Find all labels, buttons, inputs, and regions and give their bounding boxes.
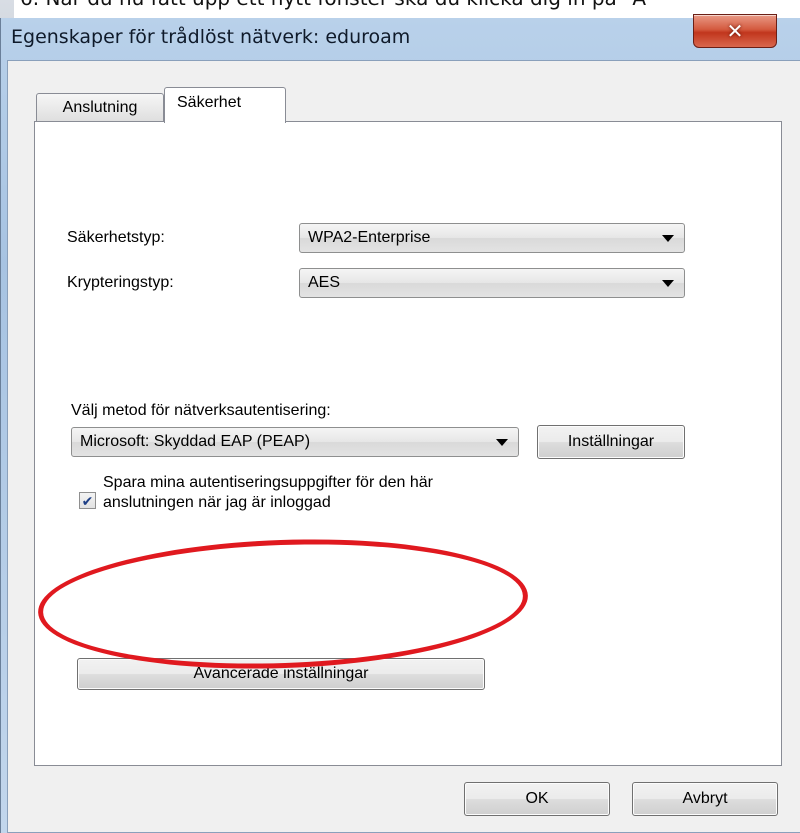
auth-method-dropdown[interactable]: Microsoft: Skyddad EAP (PEAP) <box>71 427 519 457</box>
auth-settings-button[interactable]: Inställningar <box>537 425 685 459</box>
security-type-label: Säkerhetstyp: <box>67 229 165 246</box>
chevron-down-icon <box>662 280 674 287</box>
encryption-type-value: AES <box>308 274 341 291</box>
remember-credentials-label-line1: Spara mina autentiseringsuppgifter för d… <box>103 474 433 491</box>
close-icon: ✕ <box>726 20 744 43</box>
tab-anslutning[interactable]: Anslutning <box>36 93 164 122</box>
ok-button[interactable]: OK <box>464 782 610 816</box>
auth-method-label: Välj metod för nätverksautentisering: <box>71 402 331 419</box>
close-button[interactable]: ✕ <box>693 14 777 48</box>
tab-sakerhet-label: Säkerhet <box>177 94 242 111</box>
chevron-down-icon <box>496 439 508 446</box>
remember-credentials-checkbox[interactable]: ✔ <box>79 492 96 509</box>
security-type-value: WPA2-Enterprise <box>308 229 431 246</box>
dialog-client-area: Anslutning Säkerhet Säkerhetstyp: WPA2-E… <box>7 60 800 833</box>
tab-anslutning-label: Anslutning <box>62 99 138 116</box>
properties-dialog: Egenskaper för trådlöst nätverk: eduroam… <box>0 14 800 833</box>
tab-sakerhet[interactable]: Säkerhet <box>164 87 286 123</box>
chevron-down-icon <box>662 235 674 242</box>
remember-credentials-label-line2: anslutningen när jag är inloggad <box>103 494 331 511</box>
checkmark-icon: ✔ <box>81 492 94 509</box>
title-bar[interactable]: Egenskaper för trådlöst nätverk: eduroam… <box>1 14 800 60</box>
cancel-button[interactable]: Avbryt <box>632 782 778 816</box>
auth-method-value: Microsoft: Skyddad EAP (PEAP) <box>80 433 311 450</box>
encryption-type-label: Krypteringstyp: <box>67 274 174 291</box>
security-type-dropdown[interactable]: WPA2-Enterprise <box>299 223 685 253</box>
advanced-settings-button[interactable]: Avancerade inställningar <box>77 658 485 690</box>
encryption-type-dropdown[interactable]: AES <box>299 268 685 298</box>
document-instruction-text: 6. När du nu fått upp ett nytt fönster s… <box>20 0 800 14</box>
security-tab-panel: Säkerhetstyp: WPA2-Enterprise Kryptering… <box>34 121 782 766</box>
window-title: Egenskaper för trådlöst nätverk: eduroam <box>11 26 411 48</box>
